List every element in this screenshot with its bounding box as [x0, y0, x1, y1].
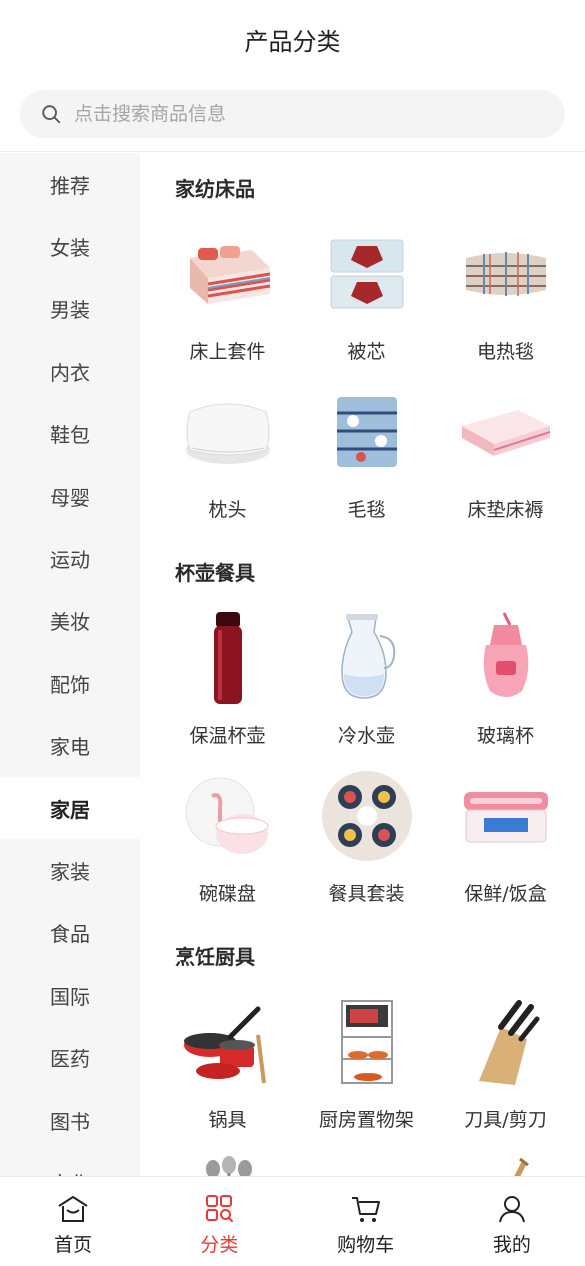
sidebar-item-medicine[interactable]: 医药 [0, 1026, 140, 1088]
sidebar-item-baby[interactable]: 母婴 [0, 465, 140, 527]
product-cell-water-jug[interactable]: 冷水壶 [297, 605, 436, 763]
sidebar-item-shoes-bags[interactable]: 鞋包 [0, 403, 140, 465]
search-input[interactable] [74, 103, 494, 125]
cart-icon [351, 1197, 380, 1222]
sidebar-item-books[interactable]: 图书 [0, 1089, 140, 1151]
section-title: 烹饪厨具 [175, 944, 255, 969]
product-cell-knife-set[interactable]: 刀具/剪刀 [436, 989, 575, 1147]
category-icon [206, 1195, 234, 1222]
spatula-image [457, 1151, 555, 1176]
tab-label: 首页 [54, 1234, 93, 1256]
product-cell-cutting-board[interactable] [297, 1147, 436, 1176]
search-box[interactable] [20, 90, 565, 138]
cutting-board-image [318, 1151, 416, 1176]
sidebar-item-sports[interactable]: 运动 [0, 527, 140, 589]
product-cell-mattress[interactable]: 床垫床褥 [436, 379, 575, 537]
sidebar-item-beauty[interactable]: 美妆 [0, 590, 140, 652]
sidebar-item-decoration[interactable]: 家装 [0, 839, 140, 901]
bottom-tab-bar: 首页 分类 购物车 我的 [0, 1176, 585, 1266]
category-sidebar: 推荐 女装 男装 内衣 鞋包 母婴 运动 美妆 配饰 家电 家居 家装 食品 国… [0, 153, 140, 1176]
product-label: 锅具 [208, 1109, 247, 1131]
top-bar: 产品分类 [0, 0, 585, 78]
user-icon [498, 1196, 525, 1223]
bowl-plate-image [179, 767, 277, 865]
tab-home[interactable]: 首页 [0, 1177, 146, 1266]
thermos-image [179, 609, 277, 707]
product-label: 保鲜/饭盒 [464, 883, 547, 905]
tab-label: 我的 [492, 1234, 531, 1256]
sidebar-item-appliances[interactable]: 家电 [0, 715, 140, 777]
home-icon [58, 1196, 88, 1222]
sidebar-item-home[interactable]: 家居 [0, 776, 140, 840]
product-cell-bowl-plate[interactable]: 碗碟盘 [158, 763, 297, 921]
sidebar-item-accessories[interactable]: 配饰 [0, 652, 140, 714]
section-title: 杯壶餐具 [175, 560, 255, 585]
product-label: 毛毯 [347, 499, 386, 521]
product-cell-spatula[interactable] [436, 1147, 575, 1176]
utensils-image [179, 1151, 277, 1176]
product-label: 厨房置物架 [318, 1109, 414, 1131]
product-label: 冷水壶 [337, 725, 395, 747]
search-icon [42, 105, 61, 124]
product-grid: 保温杯壶 冷水壶 玻璃杯 碗碟盘 餐具套装 保鲜/饭盒 [140, 605, 585, 921]
product-label: 保温杯壶 [189, 725, 266, 747]
product-cell-cookware[interactable]: 锅具 [158, 989, 297, 1147]
product-cell-quilt[interactable]: 被芯 [297, 221, 436, 379]
product-cell-thermos[interactable]: 保温杯壶 [158, 605, 297, 763]
category-content: 家纺床品 床上套件 被芯 电热毯 枕头 毛毯 床垫床褥 杯壶餐具 保温杯壶 冷水… [140, 153, 585, 1176]
search-bar [0, 78, 585, 152]
product-cell-bedding-set[interactable]: 床上套件 [158, 221, 297, 379]
blanket-image [318, 383, 416, 481]
section-title: 家纺床品 [175, 176, 255, 201]
cookware-image [179, 993, 277, 1091]
sidebar-item-women[interactable]: 女装 [0, 215, 140, 277]
tab-cart[interactable]: 购物车 [293, 1177, 439, 1266]
product-label: 床垫床褥 [467, 499, 544, 521]
product-cell-glass-cup[interactable]: 玻璃杯 [436, 605, 575, 763]
product-grid: 锅具 厨房置物架 刀具/剪刀 [140, 989, 585, 1176]
tab-label: 购物车 [337, 1234, 395, 1256]
product-cell-kitchen-rack[interactable]: 厨房置物架 [297, 989, 436, 1147]
pillow-image [179, 383, 277, 481]
glass-cup-image [457, 609, 555, 707]
tab-category[interactable]: 分类 [146, 1177, 292, 1266]
water-jug-image [318, 609, 416, 707]
sidebar-item-food[interactable]: 食品 [0, 902, 140, 964]
product-cell-pillow[interactable]: 枕头 [158, 379, 297, 537]
sidebar-item-men[interactable]: 男装 [0, 278, 140, 340]
product-cell-utensils[interactable] [158, 1147, 297, 1176]
sidebar-item-international[interactable]: 国际 [0, 964, 140, 1026]
knife-set-image [457, 993, 555, 1091]
product-label: 碗碟盘 [198, 883, 256, 905]
kitchen-rack-image [318, 993, 416, 1091]
sidebar-item-culture[interactable]: 文化 [0, 1151, 140, 1176]
sidebar-item-underwear[interactable]: 内衣 [0, 340, 140, 402]
bedding-set-image [179, 225, 277, 323]
quilt-image [318, 225, 416, 323]
product-cell-blanket[interactable]: 毛毯 [297, 379, 436, 537]
product-cell-electric-blanket[interactable]: 电热毯 [436, 221, 575, 379]
page-title: 产品分类 [244, 27, 341, 56]
sidebar-item-recommend[interactable]: 推荐 [0, 153, 140, 215]
product-cell-lunchbox[interactable]: 保鲜/饭盒 [436, 763, 575, 921]
lunchbox-image [457, 767, 555, 865]
product-label: 枕头 [208, 499, 247, 521]
product-grid: 床上套件 被芯 电热毯 枕头 毛毯 床垫床褥 [140, 221, 585, 537]
product-label: 床上套件 [189, 341, 266, 363]
product-label: 餐具套装 [328, 883, 405, 905]
product-label: 电热毯 [476, 341, 534, 363]
mattress-image [457, 383, 555, 481]
tab-label: 分类 [200, 1234, 239, 1256]
product-label: 被芯 [347, 341, 386, 363]
product-label: 玻璃杯 [476, 725, 534, 747]
tab-mine[interactable]: 我的 [439, 1177, 585, 1266]
product-cell-tableware-set[interactable]: 餐具套装 [297, 763, 436, 921]
tableware-set-image [318, 767, 416, 865]
electric-blanket-image [457, 225, 555, 323]
product-label: 刀具/剪刀 [464, 1109, 547, 1131]
